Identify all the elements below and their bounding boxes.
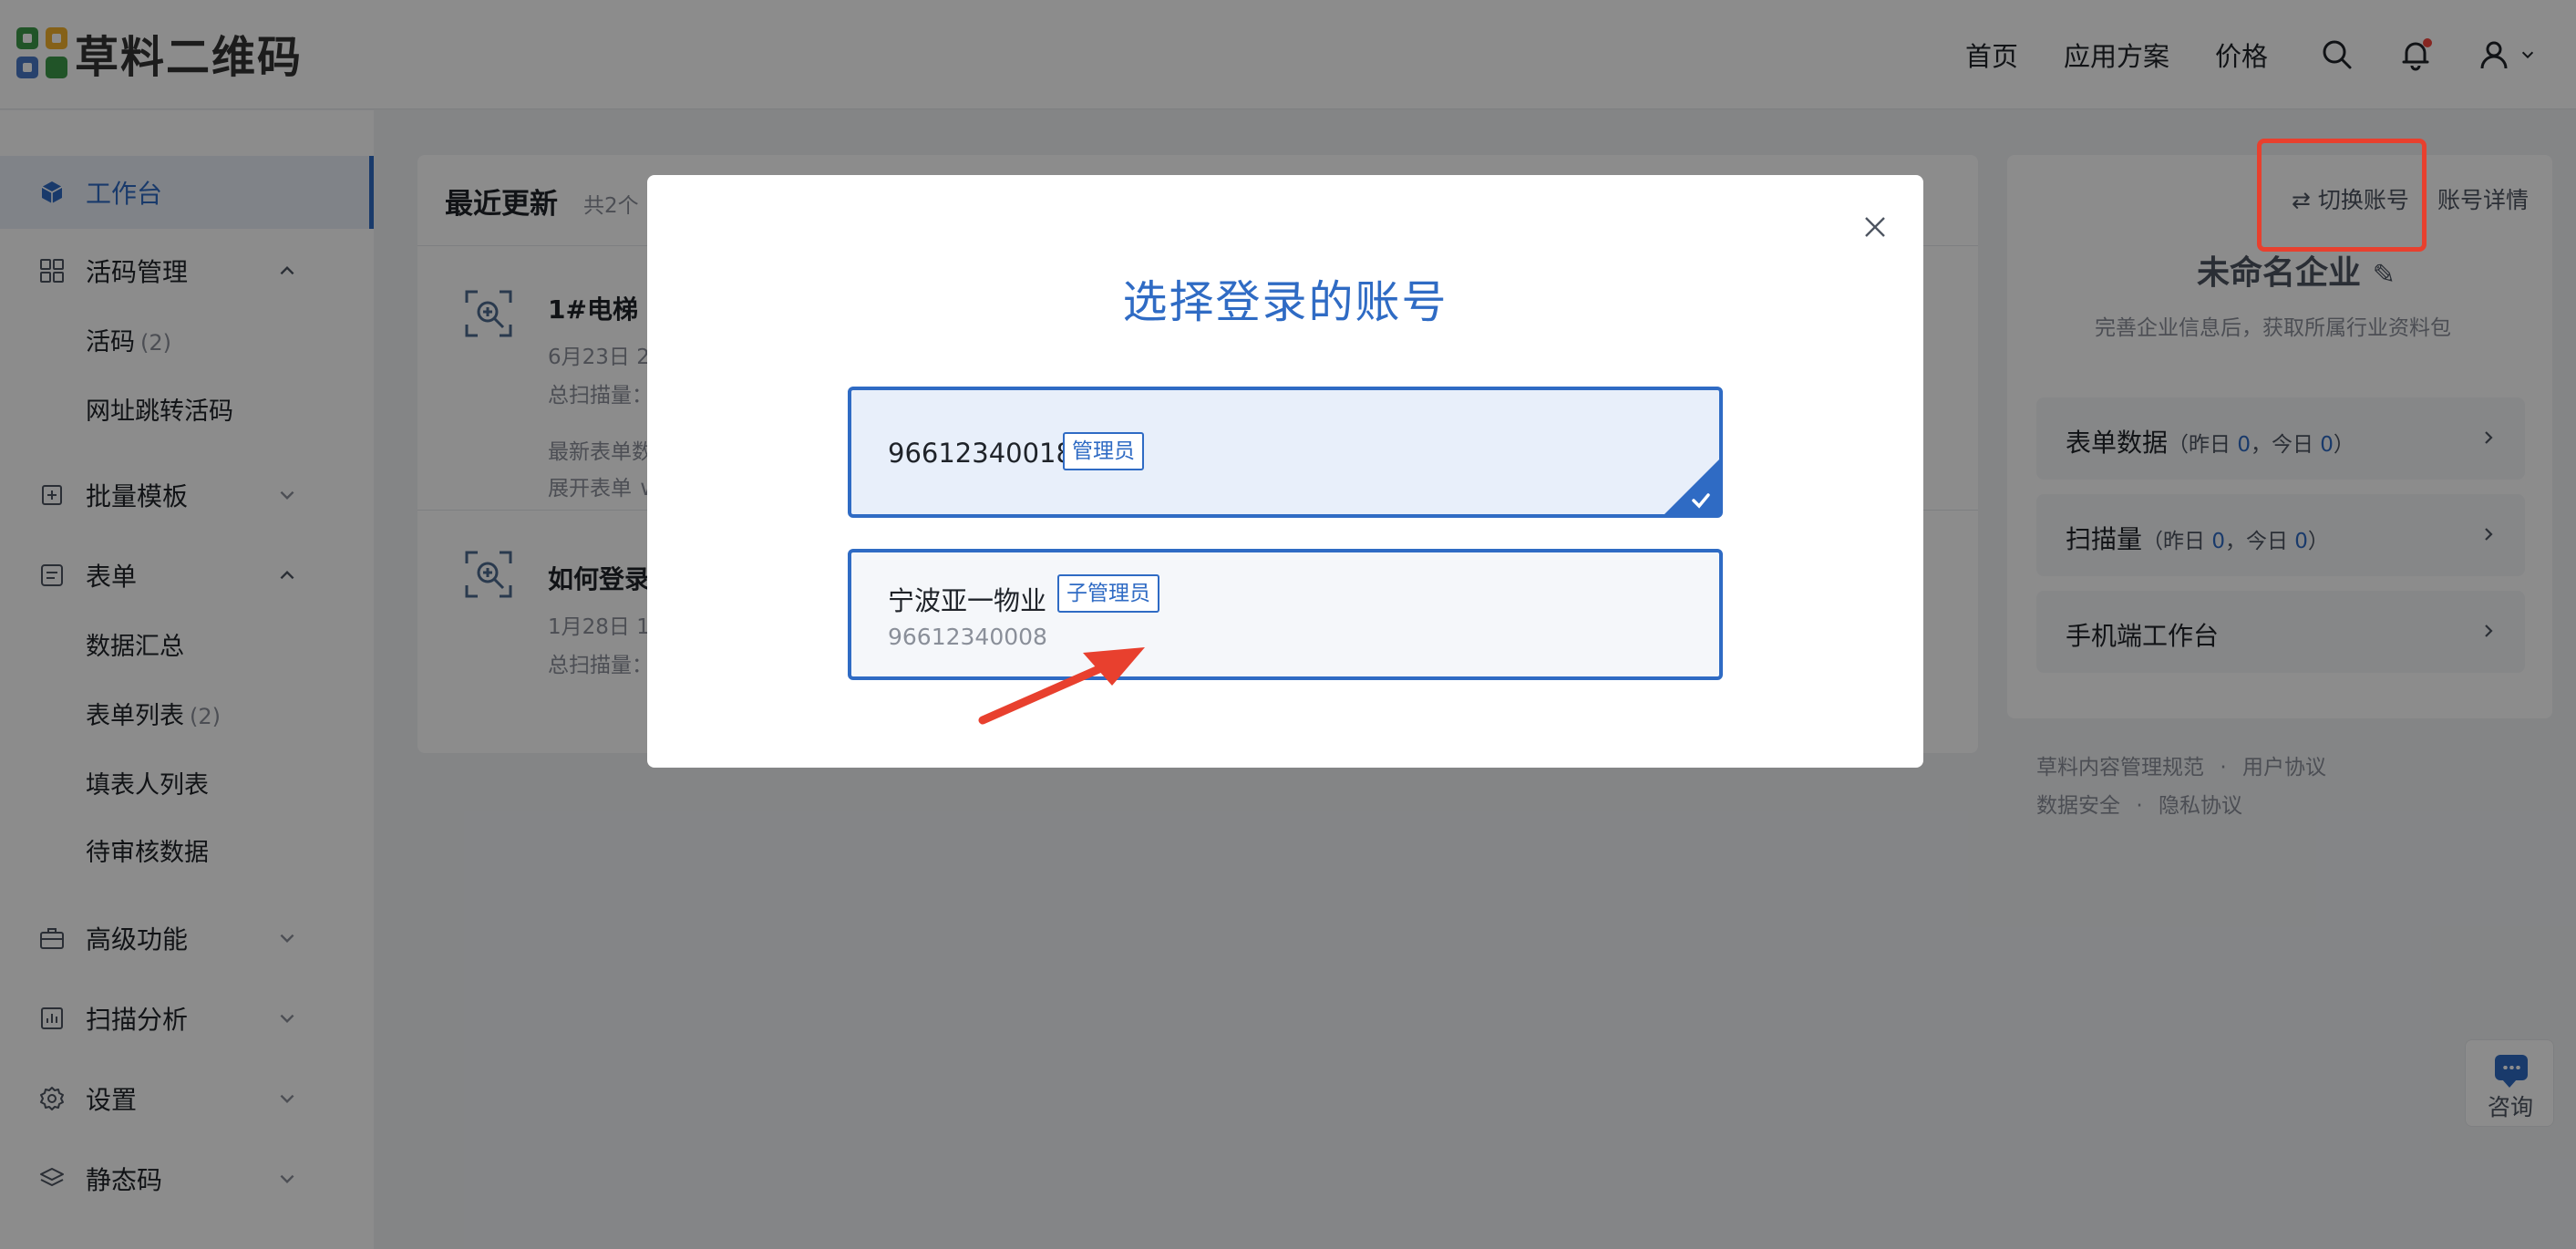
annotation-arrow-icon	[978, 647, 1145, 725]
select-account-modal: 选择登录的账号 96612340018 管理员 宁波亚一物业 子管理员 9661…	[647, 175, 1923, 768]
account-name: 宁波亚一物业	[888, 585, 1047, 616]
role-badge: 子管理员	[1057, 574, 1159, 613]
account-option-admin[interactable]: 96612340018 管理员	[848, 387, 1723, 518]
modal-title: 选择登录的账号	[1122, 276, 1448, 328]
account-name: 96612340018	[888, 438, 1073, 469]
check-icon	[1692, 493, 1710, 509]
annotation-highlight-box	[2257, 139, 2427, 252]
close-icon[interactable]	[1860, 212, 1891, 243]
role-badge: 管理员	[1063, 432, 1144, 470]
